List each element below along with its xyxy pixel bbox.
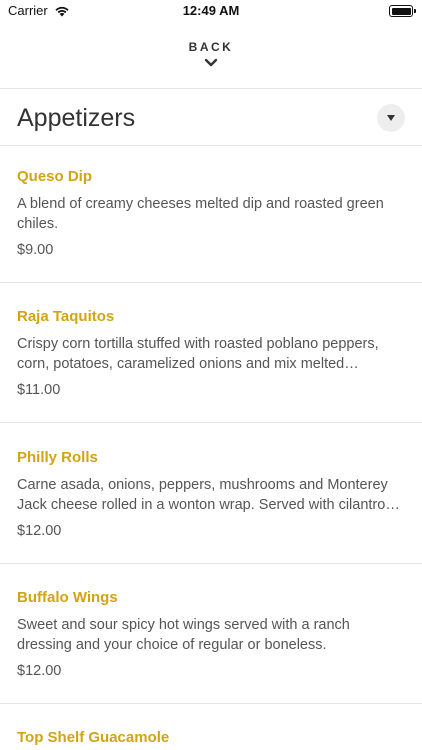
menu-item[interactable]: Top Shelf Guacamole [0,707,422,750]
item-divider [0,563,422,564]
item-price: $12.00 [17,523,62,539]
back-label: BACK [188,40,234,54]
item-description: Crispy corn tortilla stuffed with roaste… [17,336,379,372]
header-divider [0,88,422,89]
status-time: 12:49 AM [182,3,240,18]
item-name: Buffalo Wings [17,589,118,606]
item-price: $11.00 [17,382,61,398]
item-name: Queso Dip [17,168,93,185]
caret-down-icon [387,115,395,121]
item-description: Carne asada, onions, peppers, mushrooms … [17,477,400,513]
item-name: Philly Rolls [17,449,98,466]
section-header[interactable]: Appetizers [0,90,422,146]
chevron-down-icon [204,58,218,67]
item-divider [0,422,422,423]
item-divider [0,282,422,283]
item-name: Top Shelf Guacamole [17,729,170,746]
item-name: Raja Taquitos [17,308,115,325]
menu-item[interactable]: Buffalo Wings Sweet and sour spicy hot w… [0,567,422,707]
collapse-button[interactable] [377,104,405,132]
menu-item[interactable]: Raja Taquitos Crispy corn tortilla stuff… [0,286,422,426]
item-divider [0,703,422,704]
back-button[interactable]: BACK [0,38,422,78]
item-price: $12.00 [17,663,62,679]
menu-item[interactable]: Philly Rolls Carne asada, onions, pepper… [0,427,422,567]
menu-item[interactable]: Queso Dip A blend of creamy cheeses melt… [0,146,422,286]
item-description: A blend of creamy cheeses melted dip and… [17,196,384,232]
item-description: Sweet and sour spicy hot wings served wi… [17,617,350,653]
battery-icon [389,5,416,17]
item-price: $9.00 [17,242,54,258]
status-bar: Carrier 12:49 AM [0,0,422,24]
section-title: Appetizers [17,104,136,132]
